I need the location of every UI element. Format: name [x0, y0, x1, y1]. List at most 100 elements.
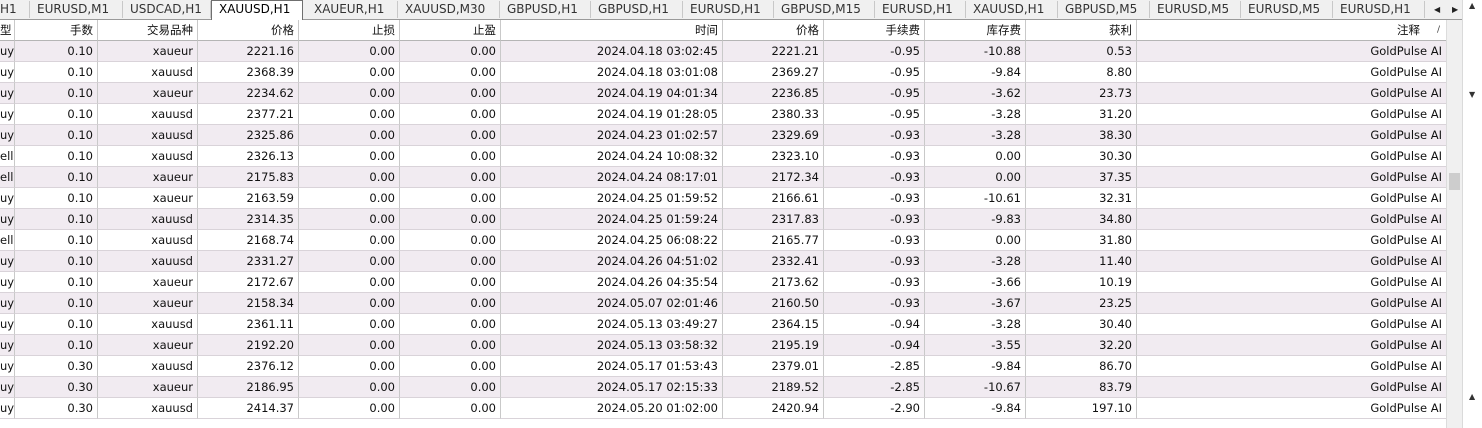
cell-volume: 0.30 — [15, 356, 98, 377]
column-header-type[interactable]: 型 — [0, 20, 15, 41]
cell-comment: GoldPulse AI — [1137, 335, 1447, 356]
cell-symbol: xaueur — [98, 41, 198, 62]
cell-profit: 31.20 — [1026, 104, 1137, 125]
chart-tab[interactable]: XAUUSD,M30 — [398, 1, 500, 18]
chart-tab-bar: H1 EURUSD,M1 USDCAD,H1 XAUUSD,H1 XAUEUR,H1 XA… — [0, 0, 1482, 20]
cell-stop-loss: 0.00 — [299, 272, 400, 293]
chart-tab[interactable]: H1 — [0, 1, 30, 18]
chart-tab[interactable]: EURUSD,H1 — [1333, 1, 1425, 18]
chart-tab-active[interactable]: XAUUSD,H1 — [211, 0, 303, 20]
column-header-take-profit[interactable]: 止盈 — [400, 20, 501, 41]
cell-commission: -0.93 — [824, 293, 925, 314]
column-header-open-price[interactable]: 价格 — [198, 20, 299, 41]
cell-profit: 23.73 — [1026, 83, 1137, 104]
chart-tab[interactable]: XAUEUR,H1 — [307, 1, 398, 18]
cell-commission: -0.93 — [824, 125, 925, 146]
table-row[interactable]: ell 0.10 xauusd 2168.74 0.00 0.00 2024.04.25 0… — [0, 230, 1462, 251]
cell-take-profit: 0.00 — [400, 335, 501, 356]
cell-open-price: 2186.95 — [198, 377, 299, 398]
table-row[interactable]: uy 0.10 xauusd 2314.35 0.00 0.00 2024.04.25 01… — [0, 209, 1462, 230]
cell-volume: 0.10 — [15, 83, 98, 104]
column-header-profit[interactable]: 获利 — [1026, 20, 1137, 41]
table-row[interactable]: uy 0.10 xauusd 2331.27 0.00 0.00 2024.04.26 04… — [0, 251, 1462, 272]
panel-side-strip: ▲ ▼ ▲ — [1462, 0, 1482, 428]
chart-tab[interactable]: XAUUSD,H1 — [966, 1, 1058, 18]
cell-commission: -0.93 — [824, 272, 925, 293]
cell-comment: GoldPulse AI — [1137, 209, 1447, 230]
cell-profit: 30.40 — [1026, 314, 1137, 335]
cell-swap: -3.55 — [925, 335, 1026, 356]
cell-type: uy — [0, 377, 15, 398]
chart-tab[interactable]: EURUSD,H1 — [683, 1, 774, 18]
table-row[interactable]: uy 0.10 xauusd 2325.86 0.00 0.00 2024.04.23 01… — [0, 125, 1462, 146]
chart-tab[interactable]: GBPUSD,H1 — [591, 1, 683, 18]
scroll-up-arrow-icon[interactable]: ▲ — [1469, 1, 1475, 10]
column-header-volume[interactable]: 手数 — [15, 20, 98, 41]
column-header-comment[interactable]: 注释 / — [1137, 20, 1447, 41]
cell-stop-loss: 0.00 — [299, 125, 400, 146]
cell-profit: 10.19 — [1026, 272, 1137, 293]
cell-volume: 0.10 — [15, 188, 98, 209]
cell-symbol: xaueur — [98, 377, 198, 398]
chart-tab[interactable]: GBPUSD,M15 — [774, 1, 875, 18]
column-header-symbol[interactable]: 交易品种 — [98, 20, 198, 41]
cell-commission: -0.94 — [824, 335, 925, 356]
chart-tab[interactable]: EURUSD,M1 — [30, 1, 123, 18]
cell-comment: GoldPulse AI — [1137, 62, 1447, 83]
cell-volume: 0.10 — [15, 230, 98, 251]
table-row[interactable]: uy 0.10 xaueur 2172.67 0.00 0.00 2024.04.26 04… — [0, 272, 1462, 293]
column-header-close-price[interactable]: 价格 — [723, 20, 824, 41]
cell-type: uy — [0, 125, 15, 146]
cell-type: uy — [0, 41, 15, 62]
cell-swap: -3.62 — [925, 83, 1026, 104]
scroll-down-arrow-icon[interactable]: ▼ — [1469, 90, 1475, 99]
cell-open-price: 2163.59 — [198, 188, 299, 209]
scrollbar-thumb[interactable] — [1449, 173, 1460, 190]
cell-volume: 0.10 — [15, 272, 98, 293]
chart-tab[interactable]: EURUSD,M5 — [1150, 1, 1241, 18]
cell-commission: -0.93 — [824, 251, 925, 272]
tab-scroll-left-icon[interactable]: ◀ — [1434, 0, 1440, 19]
chart-tab[interactable]: EURUSD,M5 — [1241, 1, 1333, 18]
table-row[interactable]: uy 0.30 xauusd 2414.37 0.00 0.00 2024.05.20 01… — [0, 398, 1462, 419]
cell-open-price: 2326.13 — [198, 146, 299, 167]
cell-symbol: xauusd — [98, 125, 198, 146]
tab-scroll-right-icon[interactable]: ▶ — [1452, 0, 1458, 19]
table-row[interactable]: uy 0.10 xaueur 2163.59 0.00 0.00 2024.04.25 01… — [0, 188, 1462, 209]
column-header-commission[interactable]: 手续费 — [824, 20, 925, 41]
chart-tab[interactable]: EURUSD,H1 — [875, 1, 966, 18]
table-row[interactable]: uy 0.10 xauusd 2368.39 0.00 0.00 2024.04.18 03… — [0, 62, 1462, 83]
table-row[interactable]: ell 0.10 xaueur 2175.83 0.00 0.00 2024.04.24 0… — [0, 167, 1462, 188]
table-row[interactable]: uy 0.10 xaueur 2192.20 0.00 0.00 2024.05.13 03… — [0, 335, 1462, 356]
table-row[interactable]: uy 0.30 xauusd 2376.12 0.00 0.00 2024.05.17 01… — [0, 356, 1462, 377]
cell-comment: GoldPulse AI — [1137, 230, 1447, 251]
table-row[interactable]: uy 0.30 xaueur 2186.95 0.00 0.00 2024.05.17 02… — [0, 377, 1462, 398]
column-header-swap[interactable]: 库存费 — [925, 20, 1026, 41]
cell-take-profit: 0.00 — [400, 272, 501, 293]
cell-profit: 32.31 — [1026, 188, 1137, 209]
cell-open-price: 2234.62 — [198, 83, 299, 104]
cell-open-price: 2168.74 — [198, 230, 299, 251]
cell-time: 2024.05.17 01:53:43 — [501, 356, 723, 377]
cell-type: uy — [0, 314, 15, 335]
cell-type: uy — [0, 209, 15, 230]
vertical-scrollbar[interactable] — [1446, 20, 1462, 428]
cell-commission: -0.93 — [824, 209, 925, 230]
scroll-up-arrow-icon-lower[interactable]: ▲ — [1469, 392, 1475, 401]
table-row[interactable]: uy 0.10 xauusd 2361.11 0.00 0.00 2024.05.13 03… — [0, 314, 1462, 335]
table-row[interactable]: ell 0.10 xauusd 2326.13 0.00 0.00 2024.04.24 1… — [0, 146, 1462, 167]
cell-open-price: 2172.67 — [198, 272, 299, 293]
chart-tab[interactable]: GBPUSD,M5 — [1058, 1, 1150, 18]
cell-profit: 34.80 — [1026, 209, 1137, 230]
table-row[interactable]: uy 0.10 xaueur 2221.16 0.00 0.00 2024.04.18 03… — [0, 41, 1462, 62]
column-header-time[interactable]: 时间 — [501, 20, 723, 41]
table-row[interactable]: uy 0.10 xaueur 2234.62 0.00 0.00 2024.04.19 04… — [0, 83, 1462, 104]
table-row[interactable]: uy 0.10 xaueur 2158.34 0.00 0.00 2024.05.07 02… — [0, 293, 1462, 314]
chart-tab[interactable]: GBPUSD,H1 — [500, 1, 591, 18]
cell-volume: 0.10 — [15, 125, 98, 146]
column-header-stop-loss[interactable]: 止损 — [299, 20, 400, 41]
cell-volume: 0.10 — [15, 41, 98, 62]
table-row[interactable]: uy 0.10 xauusd 2377.21 0.00 0.00 2024.04.19 01… — [0, 104, 1462, 125]
cell-open-price: 2175.83 — [198, 167, 299, 188]
chart-tab[interactable]: USDCAD,H1 — [123, 1, 211, 18]
